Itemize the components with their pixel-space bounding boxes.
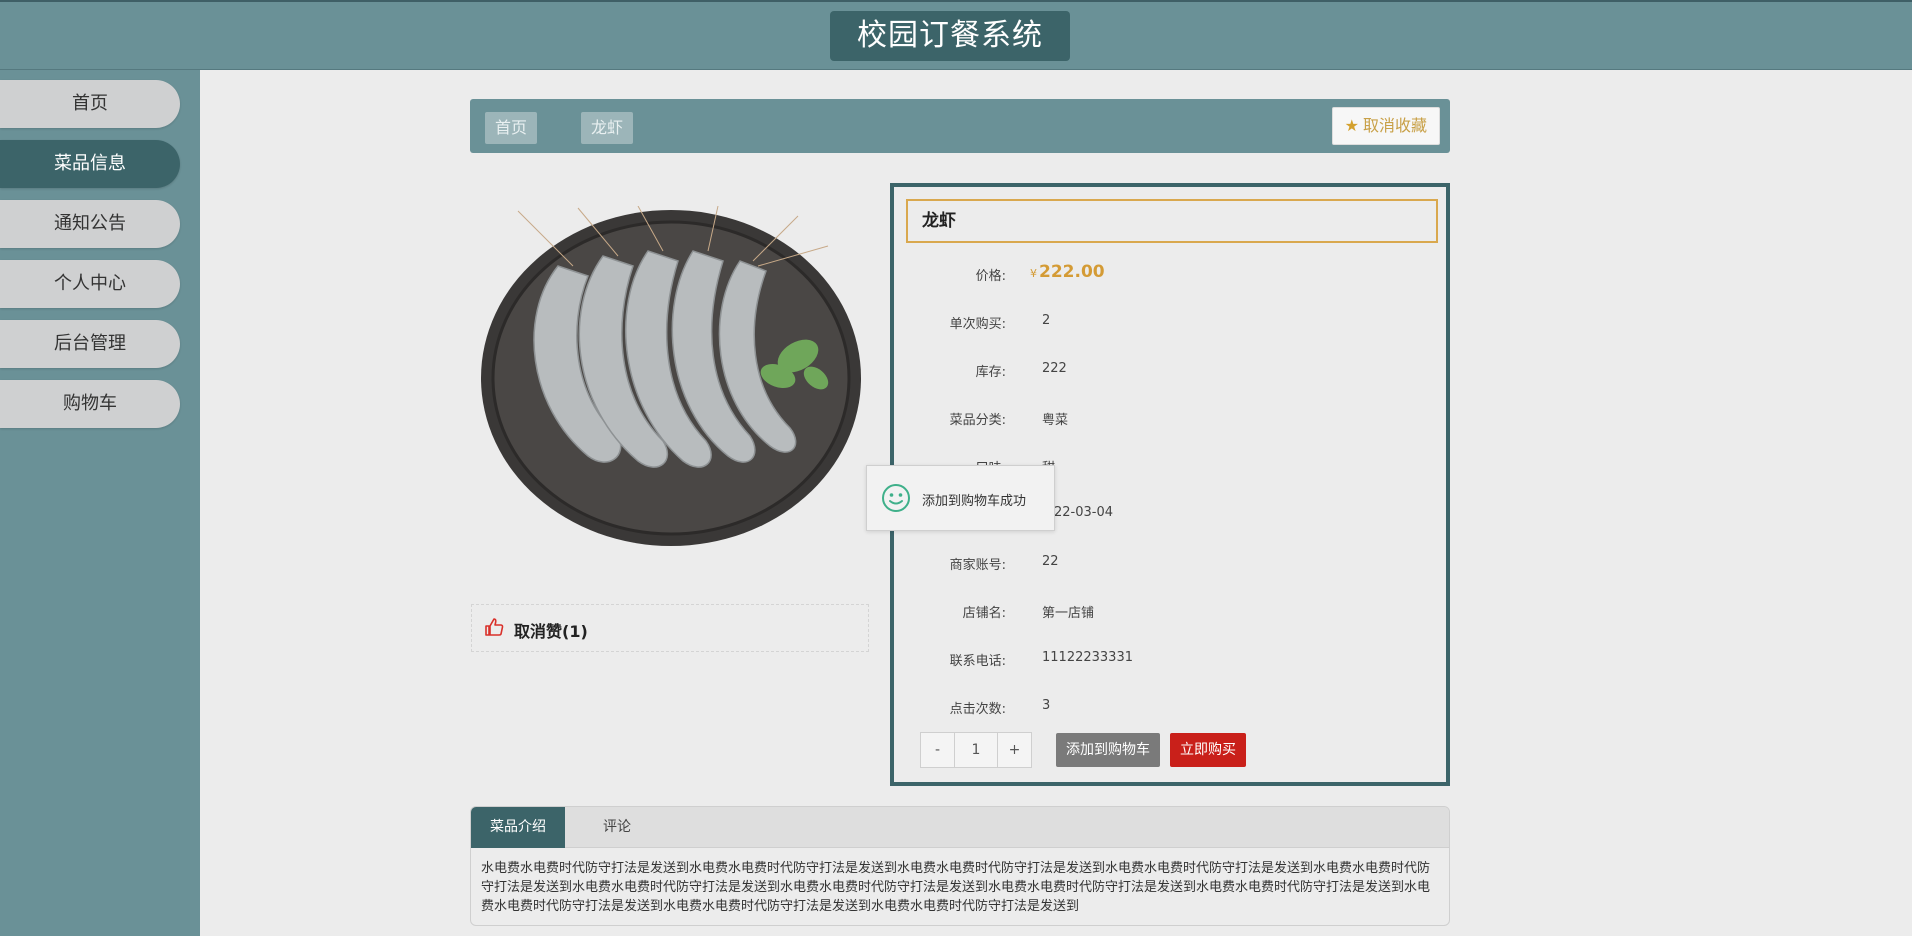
buy-now-button[interactable]: 立即购买 bbox=[1170, 733, 1246, 767]
breadcrumb-current: 龙虾 bbox=[581, 112, 634, 144]
detail-row-stock: 库存: 222 bbox=[975, 361, 1067, 380]
add-to-cart-button[interactable]: 添加到购物车 bbox=[1056, 733, 1160, 767]
tab-header: 菜品介绍 评论 bbox=[471, 807, 1449, 848]
detail-row-phone: 联系电话: 11122233331 bbox=[949, 650, 1133, 669]
app-title: 校园订餐系统 bbox=[830, 11, 1070, 61]
detail-row-category: 菜品分类: 粤菜 bbox=[949, 413, 1069, 428]
breadcrumb-home[interactable]: 首页 bbox=[485, 112, 538, 144]
detail-row-shop: 店铺名: 第一店铺 bbox=[962, 606, 1095, 621]
toast-message: 添加到购物车成功 bbox=[922, 494, 1027, 509]
product-intro-text: 水电费水电费时代防守打法是发送到水电费水电费时代防守打法是发送到水电费水电费时代… bbox=[481, 861, 1431, 914]
price-row: 价格: ¥222.00 bbox=[894, 262, 1434, 285]
sidebar-item-dishes[interactable]: 菜品信息 bbox=[0, 140, 180, 188]
smile-icon bbox=[882, 484, 910, 512]
quantity-input[interactable]: 1 bbox=[955, 733, 997, 767]
sidebar-item-cart[interactable]: 购物车 bbox=[0, 380, 180, 428]
sidebar-item-notices[interactable]: 通知公告 bbox=[0, 200, 180, 248]
price-value: ¥222.00 bbox=[1030, 262, 1105, 282]
price-label: 价格: bbox=[975, 269, 1006, 284]
success-toast: 添加到购物车成功 bbox=[866, 465, 1055, 531]
star-icon: ★ bbox=[1344, 116, 1359, 135]
top-header: 校园订餐系统 bbox=[0, 0, 1912, 70]
detail-row-clicks: 点击次数: 3 bbox=[949, 698, 1051, 717]
detail-row-merchant: 商家账号: 22 bbox=[949, 554, 1059, 573]
thumbs-up-icon bbox=[485, 618, 504, 636]
tab-comments[interactable]: 评论 bbox=[565, 807, 669, 848]
unfavorite-button[interactable]: ★ 取消收藏 bbox=[1331, 107, 1440, 145]
sidebar-item-home[interactable]: 首页 bbox=[0, 80, 180, 128]
tab-intro[interactable]: 菜品介绍 bbox=[471, 807, 565, 848]
breadcrumb: 首页 龙虾 ★ 取消收藏 bbox=[470, 99, 1450, 153]
product-image bbox=[481, 206, 861, 546]
sidebar-item-profile[interactable]: 个人中心 bbox=[0, 260, 180, 308]
quantity-increase-button[interactable]: + bbox=[997, 733, 1031, 767]
product-tabs: 菜品介绍 评论 水电费水电费时代防守打法是发送到水电费水电费时代防守打法是发送到… bbox=[470, 806, 1450, 926]
like-label: 取消赞(1) bbox=[514, 622, 588, 641]
sidebar-item-admin[interactable]: 后台管理 bbox=[0, 320, 180, 368]
sidebar: 首页 菜品信息 通知公告 个人中心 后台管理 购物车 bbox=[0, 70, 200, 936]
quantity-decrease-button[interactable]: - bbox=[921, 733, 955, 767]
quantity-stepper: - 1 + bbox=[920, 732, 1032, 768]
product-name: 龙虾 bbox=[906, 199, 1438, 243]
detail-row-per-purchase: 单次购买: 2 bbox=[949, 313, 1051, 332]
like-box[interactable]: 取消赞(1) bbox=[471, 604, 869, 652]
